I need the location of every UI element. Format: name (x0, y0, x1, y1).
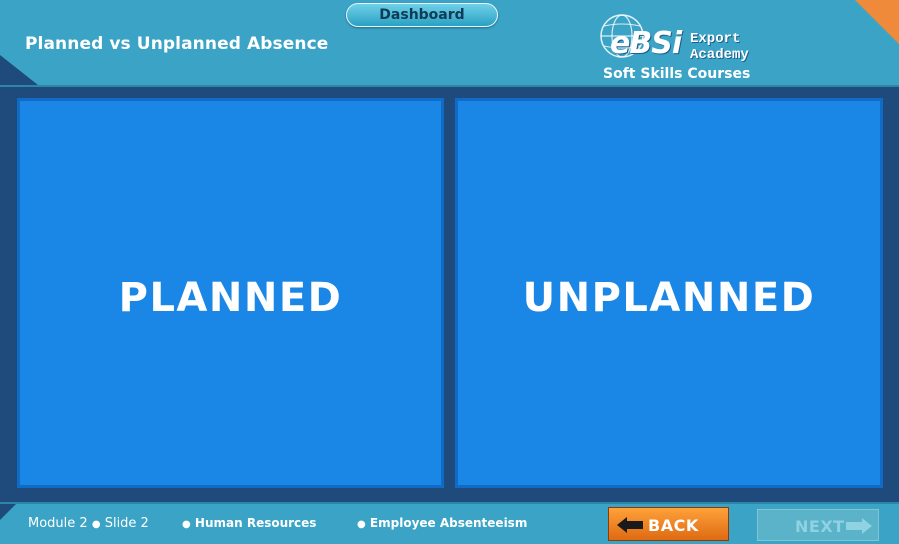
footer-bar: Module 2 ● Slide 2 ● Human Resources ● E… (0, 502, 899, 544)
topic-text: Employee Absenteeism (369, 516, 528, 530)
logo-export-line: Export (690, 31, 741, 47)
unplanned-label: UNPLANNED (522, 275, 816, 321)
back-button[interactable]: BACK (608, 507, 729, 541)
ebsi-logo: eBSi Export Academy (598, 12, 778, 72)
bullet-icon: ● (182, 519, 191, 530)
unplanned-panel[interactable]: UNPLANNED (455, 98, 883, 488)
page-title: Planned vs Unplanned Absence (25, 34, 329, 54)
bullet-separator: ● (91, 519, 101, 530)
logo-academy-line: Academy (690, 47, 749, 63)
topic-label: ● Employee Absenteeism (357, 516, 527, 530)
logo-subtitle: Soft Skills Courses (603, 66, 751, 82)
category-text: Human Resources (194, 516, 317, 530)
back-label: BACK (648, 516, 699, 535)
next-label: NEXT (795, 517, 845, 536)
module-slide-indicator: Module 2 ● Slide 2 (28, 516, 149, 531)
arrow-left-icon (617, 517, 643, 533)
module-label: Module 2 (28, 516, 88, 531)
category-label: ● Human Resources (182, 516, 316, 530)
logo-ebsi-text: eBSi (610, 26, 682, 61)
slide-label: Slide 2 (104, 516, 149, 531)
planned-panel[interactable]: PLANNED (17, 98, 444, 488)
bullet-icon: ● (357, 519, 366, 530)
dashboard-button[interactable]: Dashboard (346, 3, 498, 27)
logo-academy-text: Export Academy (690, 31, 780, 63)
planned-label: PLANNED (118, 275, 343, 321)
corner-accent (855, 0, 899, 44)
footer-corner-shape (0, 504, 16, 520)
next-button[interactable]: NEXT (757, 509, 879, 541)
arrow-right-icon (846, 518, 872, 534)
header-corner-shape (0, 55, 38, 85)
header-bar: Dashboard Planned vs Unplanned Absence e… (0, 0, 899, 87)
